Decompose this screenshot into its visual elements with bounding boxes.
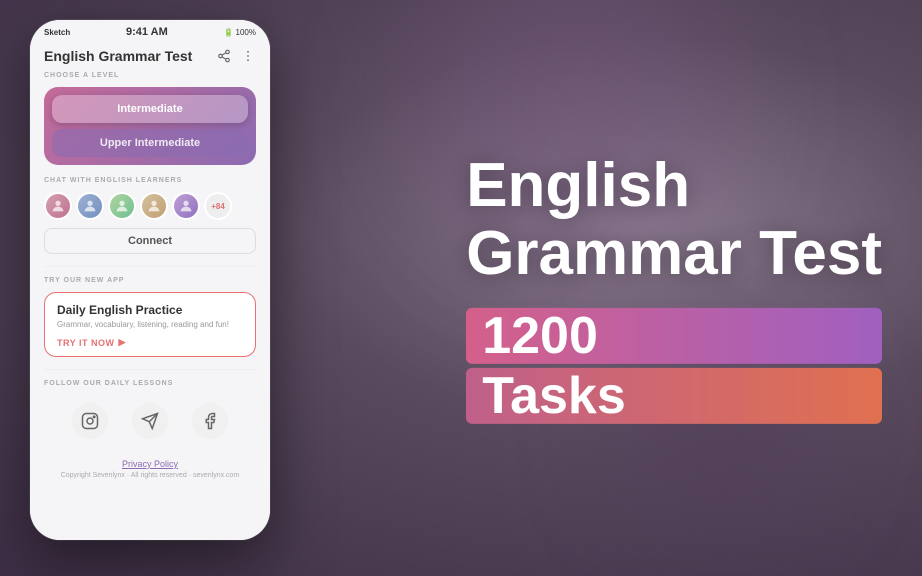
- play-icon: ▶: [119, 337, 126, 348]
- status-bar: Sketch 9:41 AM 🔋 100%: [30, 20, 270, 42]
- hero-title-line1: English: [466, 152, 882, 220]
- tasks-label: Tasks: [466, 368, 882, 424]
- new-app-label: TRY OUR NEW APP: [44, 277, 256, 284]
- social-icons-row: [44, 395, 256, 447]
- hero-content: English Grammar Test 1200 Tasks: [466, 152, 882, 424]
- telegram-icon[interactable]: [132, 403, 168, 439]
- hero-title-line2: Grammar Test: [466, 220, 882, 288]
- divider-2: [44, 369, 256, 370]
- avatar-1: [44, 192, 72, 220]
- divider-1: [44, 266, 256, 267]
- copyright-text: Copyright Sevenlynx · All rights reserve…: [44, 472, 256, 479]
- battery-icon: 🔋: [224, 28, 234, 37]
- upper-intermediate-button[interactable]: Upper Intermediate: [52, 129, 248, 157]
- new-app-title: Daily English Practice: [57, 303, 243, 317]
- app-title: English Grammar Test: [44, 48, 192, 64]
- new-app-card: Daily English Practice Grammar, vocabula…: [44, 292, 256, 357]
- avatar-2: [76, 192, 104, 220]
- app-header: English Grammar Test: [30, 42, 270, 72]
- chat-section-label: CHAT WITH ENGLISH LEARNERS: [44, 177, 256, 184]
- avatar-5: [172, 192, 200, 220]
- tasks-container: 1200 Tasks: [466, 308, 882, 424]
- privacy-link[interactable]: Privacy Policy: [44, 459, 256, 469]
- avatar-3: [108, 192, 136, 220]
- chat-section: CHAT WITH ENGLISH LEARNERS: [30, 177, 270, 266]
- new-app-section: TRY OUR NEW APP Daily English Practice G…: [30, 277, 270, 369]
- level-section: CHOOSE A LEVEL Intermediate Upper Interm…: [30, 72, 270, 177]
- menu-icon[interactable]: [240, 48, 256, 64]
- avatar-4: [140, 192, 168, 220]
- try-button[interactable]: TRY IT NOW ▶: [57, 337, 126, 348]
- hero-title: English Grammar Test: [466, 152, 882, 288]
- tasks-number: 1200: [466, 308, 882, 364]
- instagram-icon[interactable]: [72, 403, 108, 439]
- header-icons: [216, 48, 256, 64]
- phone-footer: Privacy Policy Copyright Sevenlynx · All…: [30, 455, 270, 483]
- phone-mockup: Sketch 9:41 AM 🔋 100% English Grammar Te…: [30, 20, 270, 540]
- intermediate-button[interactable]: Intermediate: [52, 95, 248, 123]
- new-app-desc: Grammar, vocabulary, listening, reading …: [57, 320, 243, 329]
- social-label: FOLLOW OUR DAILY LESSONS: [44, 380, 256, 387]
- level-section-label: CHOOSE A LEVEL: [44, 72, 256, 79]
- battery-label: 🔋 100%: [224, 28, 256, 37]
- time-label: 9:41 AM: [126, 26, 168, 38]
- carrier-label: Sketch: [44, 28, 70, 37]
- share-icon[interactable]: [216, 48, 232, 64]
- avatar-count: +84: [204, 192, 232, 220]
- level-container: Intermediate Upper Intermediate: [44, 87, 256, 165]
- avatars-row: +84: [44, 192, 256, 220]
- facebook-icon[interactable]: [192, 403, 228, 439]
- connect-button[interactable]: Connect: [44, 228, 256, 254]
- phone-screen: Sketch 9:41 AM 🔋 100% English Grammar Te…: [30, 20, 270, 540]
- social-section: FOLLOW OUR DAILY LESSONS: [30, 380, 270, 455]
